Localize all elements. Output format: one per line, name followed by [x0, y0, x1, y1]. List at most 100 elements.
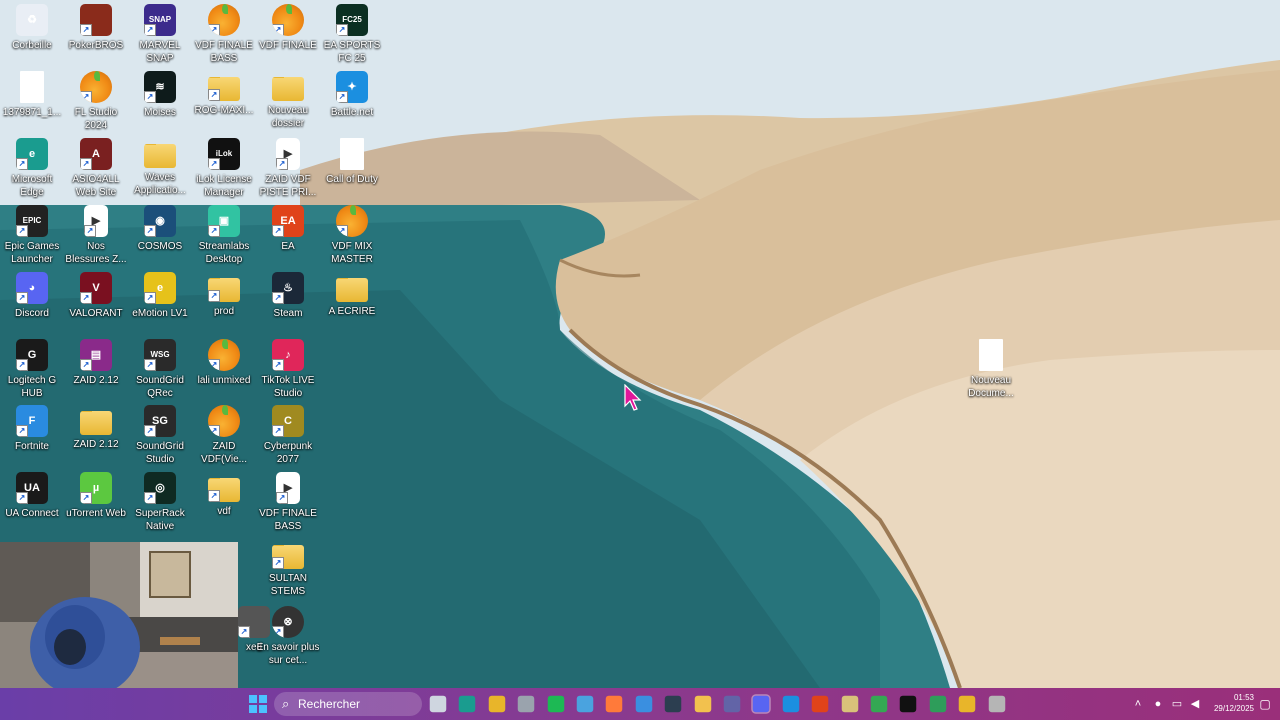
ea-fc25-icon: FC25	[336, 4, 368, 36]
desktop-icon[interactable]: G Logitech G HUB	[0, 335, 64, 401]
desktop-icon[interactable]: ZAID VDF(Vie...	[192, 401, 256, 467]
desktop-icon[interactable]: PokerBROS	[64, 0, 128, 66]
desktop-icon[interactable]: ▶ VDF FINALE BASS	[256, 468, 320, 534]
desktop-icon[interactable]: ▣ Streamlabs Desktop	[192, 201, 256, 267]
desktop-icon-label: MARVEL SNAP	[139, 40, 181, 64]
desktop-icon[interactable]: 1379871_1...	[0, 67, 64, 133]
desktop-icon[interactable]: ⊗ En savoir plus sur cet...	[256, 602, 320, 668]
battlenet-icon[interactable]	[782, 695, 800, 713]
desktop-icon[interactable]: µ uTorrent Web	[64, 468, 128, 534]
desktop-icon[interactable]: VDF FINALE	[256, 0, 320, 66]
desktop-icon[interactable]: FL Studio 2024	[64, 67, 128, 133]
chevron-up-icon[interactable]: ˄	[1127, 693, 1149, 715]
chrome-icon[interactable]	[958, 695, 976, 713]
epic-games-icon: EPIC	[16, 205, 48, 237]
terminal-icon[interactable]	[664, 695, 682, 713]
desktop-icon[interactable]: FC25 EA SPORTS FC 25	[320, 0, 384, 66]
desktop-icon[interactable]: ♻ Corbeille	[0, 0, 64, 66]
desktop-icon[interactable]: VDF MIX MASTER	[320, 201, 384, 267]
desktop-icon[interactable]: ZAID 2.12	[64, 401, 128, 467]
desktop-icon[interactable]: Waves Applicatio...	[128, 134, 192, 200]
desktop-icon-label: ZAID VDF PISTE PRI...	[259, 174, 317, 198]
desktop-icon-label: Microsoft Edge	[11, 174, 53, 198]
winrar-icon: ▤	[80, 339, 112, 371]
desktop-icon[interactable]: A ASIO4ALL Web Site	[64, 134, 128, 200]
discord-icon[interactable]	[751, 694, 772, 714]
desktop-icon[interactable]: SNAP MARVEL SNAP	[128, 0, 192, 66]
teams-icon[interactable]	[723, 695, 741, 713]
speaker-icon[interactable]: ◀	[1184, 693, 1206, 715]
superrack-icon: ◎	[144, 472, 176, 504]
ea-app-icon[interactable]	[811, 695, 829, 713]
desktop-icon-label: VDF MIX MASTER	[331, 241, 373, 265]
search-box[interactable]: ⌕ Rechercher	[274, 692, 422, 716]
desktop-icon[interactable]: prod	[192, 268, 256, 334]
desktop-icon[interactable]: ♨ Steam	[256, 268, 320, 334]
folder-icon	[80, 411, 112, 435]
desktop-icon[interactable]: ◉ COSMOS	[128, 201, 192, 267]
dev-tool-icon[interactable]	[841, 695, 858, 713]
calculator-icon[interactable]	[517, 695, 535, 713]
desktop-icon[interactable]: ≋ Moises	[128, 67, 192, 133]
logitech-ghub-icon: G	[16, 339, 48, 371]
desktop-icon-label: Steam	[273, 308, 303, 319]
ea-app-icon: EA	[272, 205, 304, 237]
chrome-icon[interactable]	[488, 695, 506, 713]
desktop-icon[interactable]: ✦ Battle.net	[320, 67, 384, 133]
desktop-icon[interactable]: A ECRIRE	[320, 268, 384, 334]
desktop-icon-label: ASIO4ALL Web Site	[72, 174, 120, 198]
desktop-icon[interactable]: ▶ ZAID VDF PISTE PRI...	[256, 134, 320, 200]
desktop-icon[interactable]: VDF FINALE BASS	[192, 0, 256, 66]
windows-start-icon[interactable]	[247, 693, 269, 715]
desktop-icon[interactable]: ◕ Discord	[0, 268, 64, 334]
chrome-profile-icon[interactable]	[870, 695, 888, 713]
edge-icon[interactable]	[459, 695, 476, 713]
clock[interactable]: 01:53 29/12/2025	[1206, 692, 1254, 714]
video-file-icon: ▶	[276, 138, 300, 170]
desktop-icon[interactable]: ▶ Nos Blessures Z...	[64, 201, 128, 267]
desktop-icon[interactable]: ♪ TikTok LIVE Studio	[256, 335, 320, 401]
spotify-icon[interactable]	[547, 695, 564, 713]
taskbar: ⌕ Rechercher ˄ ● ▭ ◀ 01:53 29/12/2025 ▢	[0, 688, 1280, 720]
desktop-icon[interactable]: UA UA Connect	[0, 468, 64, 534]
desktop-icon[interactable]: Nouveau Docume...	[959, 335, 1023, 401]
desktop-icon[interactable]: EPIC Epic Games Launcher	[0, 201, 64, 267]
desktop-icon[interactable]: C Cyberpunk 2077	[256, 401, 320, 467]
zip-folder-icon	[208, 77, 240, 101]
desktop-icon[interactable]: iLok iLok License Manager	[192, 134, 256, 200]
desktop[interactable]: ♻ Corbeille PokerBROS SNAP MARVEL SNAP VDF FI…	[0, 0, 1280, 688]
logitech-ghub-icon[interactable]	[900, 695, 917, 713]
capcut-icon[interactable]	[606, 695, 623, 713]
task-view-icon[interactable]	[429, 695, 447, 713]
file-explorer-icon[interactable]	[694, 695, 711, 713]
desktop-icon[interactable]: ▤ ZAID 2.12	[64, 335, 128, 401]
desktop-icon-label: Nos Blessures Z...	[65, 241, 127, 265]
desktop-icon[interactable]: ROG-MAXI...	[192, 67, 256, 133]
desktop-icon-label: SULTAN STEMS	[269, 573, 307, 597]
fl-studio-project-icon	[336, 205, 368, 237]
desktop-icon[interactable]: F Fortnite	[0, 401, 64, 467]
asio4all-icon: A	[80, 138, 112, 170]
desktop-icon[interactable]: e Microsoft Edge	[0, 134, 64, 200]
desktop-icon-label: iLok License Manager	[196, 174, 252, 198]
desktop-icon[interactable]: SG SoundGrid Studio	[128, 401, 192, 467]
capture-app-icon[interactable]	[929, 695, 947, 713]
screen-tool-icon[interactable]	[635, 695, 653, 713]
desktop-icon[interactable]: Call of Duty	[320, 134, 384, 200]
cyberpunk-icon: C	[272, 405, 304, 437]
desktop-icon-label: Nouveau dossier	[267, 105, 309, 129]
desktop-icon[interactable]: Nouveau dossier	[256, 67, 320, 133]
desktop-icon[interactable]: V VALORANT	[64, 268, 128, 334]
desktop-icon[interactable]: WSG SoundGrid QRec	[128, 335, 192, 401]
valorant-icon: V	[80, 272, 112, 304]
pokerbros-app-icon[interactable]	[988, 695, 1005, 713]
widgets-icon[interactable]	[576, 695, 594, 713]
desktop-icon[interactable]: SULTAN STEMS	[256, 535, 320, 601]
desktop-icon[interactable]: EA EA	[256, 201, 320, 267]
desktop-icon[interactable]: ◎ SuperRack Native	[128, 468, 192, 534]
desktop-icon[interactable]: vdf	[192, 468, 256, 534]
desktop-icon[interactable]: e eMotion LV1	[128, 268, 192, 334]
desktop-icon[interactable]: lali unmixed	[192, 335, 256, 401]
desktop-icon-label: Streamlabs Desktop	[198, 241, 250, 265]
notification-icon[interactable]: ▢	[1254, 693, 1276, 715]
